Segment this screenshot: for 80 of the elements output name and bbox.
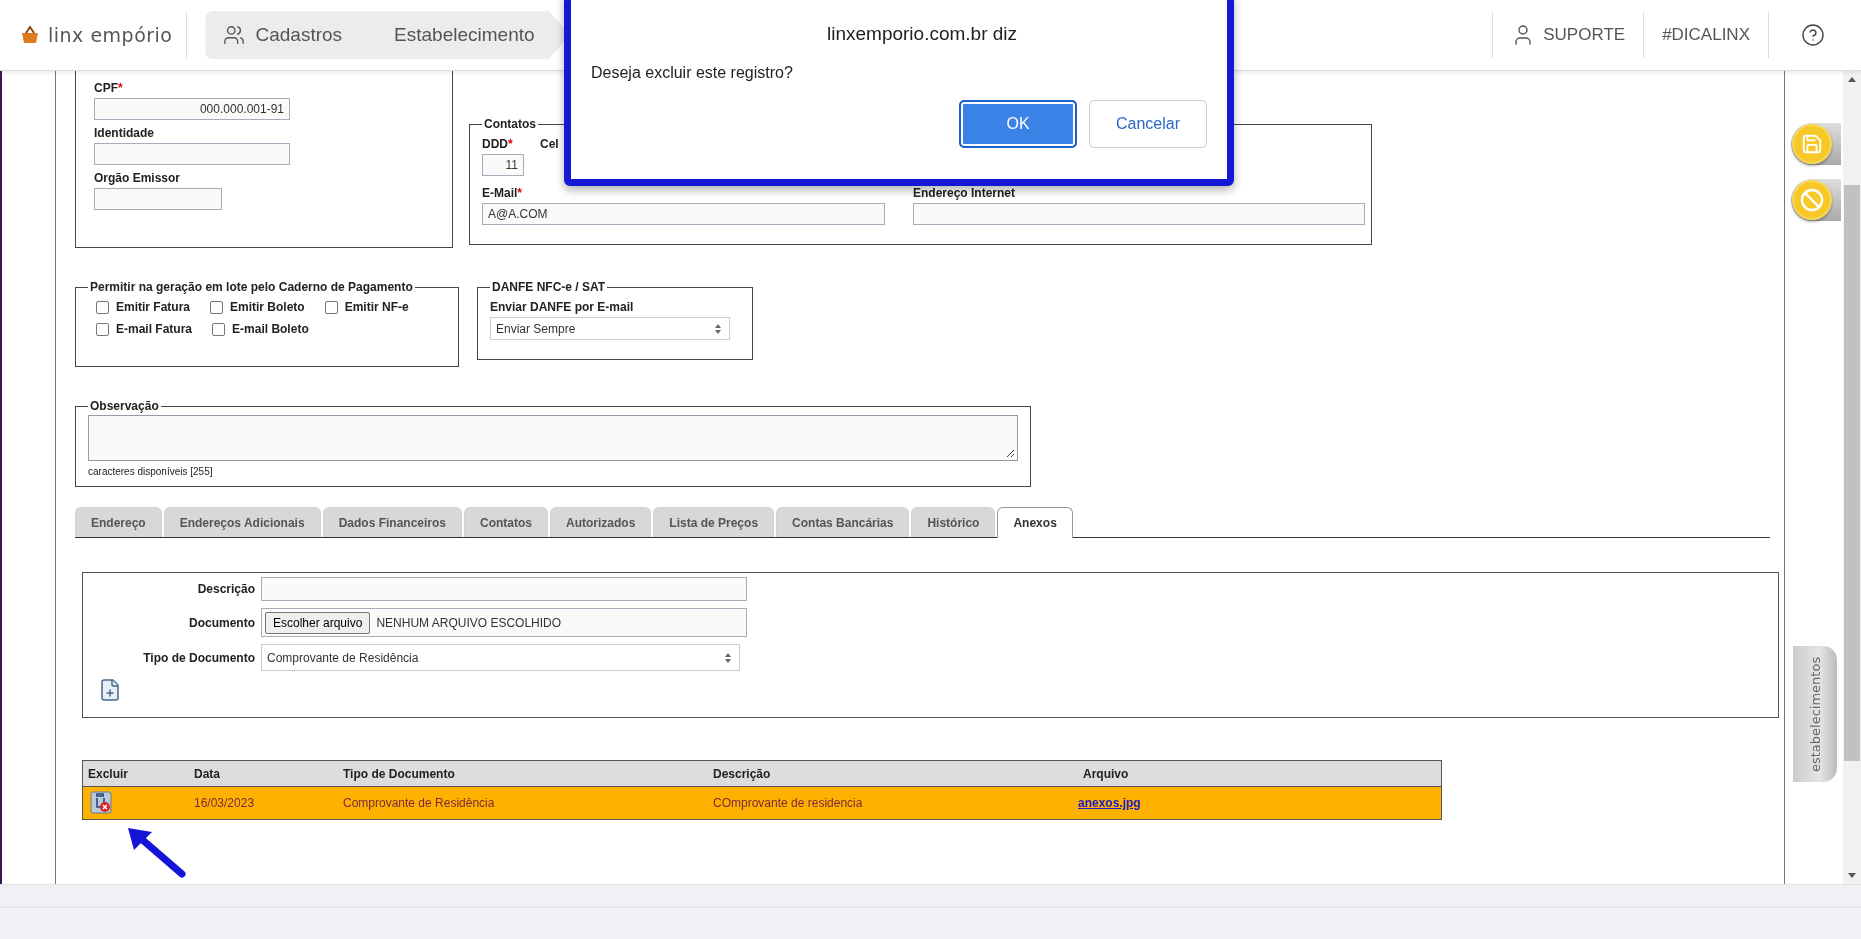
- delete-button[interactable]: [87, 789, 113, 816]
- column-header: Excluir: [87, 766, 130, 781]
- choose-file-button[interactable]: Escolher arquivo: [265, 611, 371, 634]
- checkbox-option[interactable]: Emitir Boleto: [210, 300, 305, 314]
- column-header: Data: [193, 766, 221, 781]
- checkbox[interactable]: [324, 300, 338, 314]
- field-label: E-Mail*: [482, 186, 523, 200]
- header-link[interactable]: #DICALINX: [1643, 12, 1768, 58]
- section-legend: Observação: [88, 399, 161, 413]
- breadcrumb-item[interactable]: Cadastros: [205, 11, 379, 59]
- header-link[interactable]: SUPORTE: [1492, 12, 1644, 58]
- checkbox[interactable]: [96, 300, 109, 314]
- section-legend: Permitir na geração em lote pelo Caderno de Pagamento: [88, 280, 415, 294]
- basket-icon: [20, 25, 40, 45]
- field-label: Enviar DANFE por E-mail: [490, 300, 635, 314]
- checkbox[interactable]: [96, 322, 109, 336]
- checkbox-option[interactable]: Emitir Fatura: [96, 300, 190, 314]
- column-header: Tipo de Documento: [342, 766, 456, 781]
- people-icon: [223, 24, 246, 46]
- cancel-button[interactable]: [1791, 179, 1841, 221]
- tab[interactable]: Contatos: [464, 507, 548, 537]
- file-link[interactable]: anexos.jpg: [1078, 796, 1141, 810]
- table-cell-text: 16/03/2023: [193, 796, 256, 810]
- side-tab[interactable]: estabelecimentos: [1793, 646, 1837, 782]
- column-header: Arquivo: [1082, 766, 1130, 781]
- input-field[interactable]: [913, 203, 1365, 225]
- checkbox-option[interactable]: Emitir NF-e: [324, 300, 409, 314]
- resize-grip-icon: [1005, 448, 1015, 458]
- file-field[interactable]: Escolher arquivo NENHUM ARQUIVO ESCOLHIDO: [261, 608, 747, 637]
- save-button[interactable]: [1791, 123, 1841, 165]
- dialog-title: linxemporio.com.br diz: [826, 23, 1019, 45]
- tab[interactable]: Dados Financeiros: [322, 507, 462, 537]
- tab[interactable]: Anexos: [997, 507, 1073, 538]
- select-field[interactable]: Comprovante de Residência: [261, 644, 740, 671]
- column-header: Descrição: [712, 766, 772, 781]
- dialog-button[interactable]: Cancelar: [1089, 100, 1207, 148]
- input-field[interactable]: A@A.COM: [482, 203, 885, 225]
- tab[interactable]: Autorizados: [550, 507, 652, 537]
- checkbox[interactable]: [212, 322, 226, 336]
- input-field[interactable]: 11: [482, 154, 524, 176]
- annotation-arrow: [126, 826, 186, 878]
- table-cell-text: Comprovante de Residência: [342, 796, 496, 810]
- field-label: Tipo de Documento: [142, 650, 255, 665]
- character-counter: caracteres disponíveis [255]: [88, 466, 214, 477]
- input-field[interactable]: 000.000.001-91: [94, 98, 290, 120]
- dialog-message: Deseja excluir este registro?: [591, 64, 794, 82]
- field-label: Identidade: [94, 126, 155, 140]
- notes-textarea[interactable]: [88, 415, 1018, 461]
- field-label: Cel: [540, 137, 559, 153]
- tab[interactable]: Contas Bancárias: [776, 507, 910, 537]
- field-label: Documento: [188, 615, 255, 630]
- select-field[interactable]: Enviar Sempre: [490, 317, 730, 340]
- table-row[interactable]: 16/03/2023 Comprovante de Residência COmprovante de residencia anexos.jpg: [83, 787, 1441, 819]
- table-cell-text: COmprovante de residencia: [712, 796, 864, 810]
- prohibited-icon: [1800, 188, 1824, 212]
- sort-arrows-icon: [725, 652, 731, 663]
- tab[interactable]: Histórico: [911, 507, 996, 537]
- help-icon[interactable]: [1801, 23, 1825, 47]
- checkbox-option[interactable]: E-mail Fatura: [96, 322, 193, 336]
- field-label: Orgão Emissor: [94, 171, 182, 185]
- sort-arrows-icon: [715, 323, 721, 334]
- scrollbar[interactable]: [1843, 71, 1861, 884]
- trash-icon: [88, 789, 112, 814]
- logo-text: linx empório: [48, 24, 173, 46]
- field-label: CPF*: [94, 81, 124, 95]
- checkbox-option[interactable]: E-mail Boleto: [212, 322, 309, 336]
- field-label: Descrição: [196, 582, 255, 596]
- input-field[interactable]: [94, 143, 290, 165]
- input-field[interactable]: [261, 577, 747, 601]
- field-label: DDD*: [482, 137, 514, 151]
- field-label: Endereço Internet: [913, 186, 1017, 200]
- tab[interactable]: Endereços Adicionais: [163, 507, 321, 537]
- file-plus-icon: [98, 678, 122, 702]
- section-legend: DANFE NFC-e / SAT: [490, 280, 608, 294]
- checkbox[interactable]: [210, 300, 223, 314]
- tab[interactable]: Lista de Preços: [653, 507, 775, 537]
- dialog-button[interactable]: OK: [959, 100, 1077, 148]
- tab[interactable]: Endereço: [75, 507, 162, 537]
- input-field[interactable]: [94, 188, 222, 210]
- section-legend: Contatos: [482, 117, 538, 131]
